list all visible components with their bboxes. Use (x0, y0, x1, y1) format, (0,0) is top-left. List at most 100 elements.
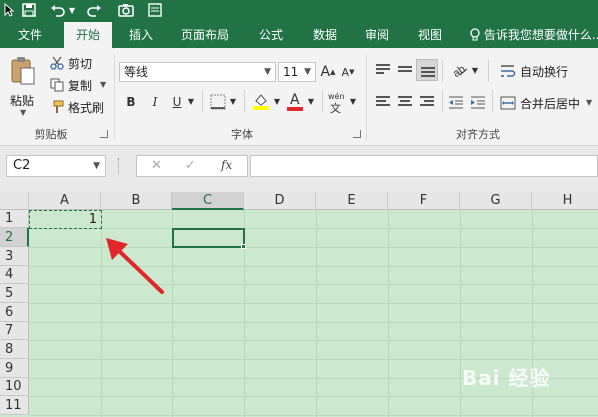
fill-color-button[interactable] (252, 92, 270, 114)
tab-home[interactable]: 开始 (64, 22, 112, 48)
row-header-3[interactable]: 3 (0, 247, 29, 266)
tab-file[interactable]: 文件 (0, 22, 60, 48)
row-header-1[interactable]: 1 (0, 210, 29, 228)
borders-dropdown-icon[interactable]: ▼ (228, 93, 238, 111)
gridline (29, 415, 598, 416)
chevron-down-icon: ▼ (264, 67, 271, 77)
enter-icon[interactable]: ✓ (185, 158, 196, 173)
redo-icon[interactable] (86, 1, 102, 19)
align-right-button[interactable] (418, 94, 436, 112)
row-header-7[interactable]: 7 (0, 322, 29, 340)
tab-data[interactable]: 数据 (302, 22, 348, 48)
wrap-text-button[interactable]: 自动换行 (500, 62, 590, 80)
underline-button[interactable]: U (168, 93, 186, 111)
tab-formulas[interactable]: 公式 (248, 22, 294, 48)
align-middle-button[interactable] (396, 62, 414, 80)
column-header-b[interactable]: B (101, 192, 172, 210)
copy-dropdown-icon: ▼ (100, 80, 107, 89)
column-header-g[interactable]: G (460, 192, 532, 210)
decrease-indent-button[interactable] (448, 94, 466, 112)
ribbon-separator (114, 54, 115, 140)
formula-input[interactable] (250, 155, 598, 177)
copy-marquee (29, 210, 102, 229)
align-top-button[interactable] (374, 62, 392, 80)
spreadsheet-grid[interactable]: A B C D E F G H 1 2 3 4 5 6 7 8 9 10 11 … (0, 192, 598, 417)
clipboard-launcher-icon[interactable] (100, 130, 108, 138)
tab-view[interactable]: 视图 (407, 22, 453, 48)
grow-font-icon: A (320, 64, 331, 80)
align-bottom-icon (421, 67, 435, 79)
format-painter-button[interactable]: 格式刷 (50, 98, 110, 116)
font-name-select[interactable]: 等线 ▼ (119, 62, 276, 82)
tell-me-box[interactable]: 告诉我您想要做什么... (470, 22, 598, 48)
phonetic-button[interactable]: wén 文 (328, 92, 348, 115)
name-box[interactable]: C2 ▼ (6, 155, 106, 177)
gridline (29, 359, 598, 360)
shrink-font-icon: A (341, 66, 350, 79)
borders-button[interactable] (210, 94, 226, 114)
tab-review[interactable]: 审阅 (354, 22, 400, 48)
gridline (460, 210, 461, 417)
column-header-h[interactable]: H (532, 192, 598, 210)
column-header-c[interactable]: C (172, 192, 244, 210)
form-icon[interactable] (148, 1, 162, 19)
font-size-select[interactable]: 11 ▼ (278, 62, 316, 82)
tab-insert[interactable]: 插入 (118, 22, 164, 48)
increase-indent-button[interactable] (470, 94, 488, 112)
underline-dropdown-icon[interactable]: ▼ (186, 93, 196, 111)
phonetic-dropdown-icon[interactable]: ▼ (348, 93, 358, 111)
divider (322, 90, 323, 112)
row-header-8[interactable]: 8 (0, 340, 29, 359)
save-icon[interactable] (22, 1, 36, 19)
undo-icon[interactable] (50, 1, 66, 19)
fill-handle[interactable] (241, 244, 246, 249)
cut-button[interactable]: 剪切 (50, 54, 110, 72)
cut-label: 剪切 (68, 57, 93, 71)
italic-button[interactable]: I (146, 93, 164, 111)
chevron-down-icon: ▼ (304, 67, 311, 77)
cancel-icon[interactable]: ✕ (151, 158, 162, 173)
resize-handle[interactable] (118, 158, 120, 174)
copy-button[interactable]: 复制 ▼ (50, 76, 110, 94)
column-header-d[interactable]: D (244, 192, 316, 210)
select-all-corner[interactable] (0, 192, 29, 210)
align-bottom-button[interactable] (416, 59, 438, 81)
column-header-f[interactable]: F (388, 192, 460, 210)
merge-center-icon (500, 95, 516, 114)
insert-function-icon[interactable]: fx (221, 158, 232, 172)
orientation-dropdown-icon[interactable]: ▼ (470, 62, 480, 80)
fill-color-dropdown-icon[interactable]: ▼ (272, 93, 282, 111)
align-left-button[interactable] (374, 94, 392, 112)
row-header-6[interactable]: 6 (0, 303, 29, 322)
column-header-e[interactable]: E (316, 192, 388, 210)
row-header-11[interactable]: 11 (0, 396, 29, 415)
bold-button[interactable]: B (122, 93, 140, 111)
paste-button[interactable]: 粘贴 ▼ (6, 54, 40, 118)
camera-icon[interactable] (118, 1, 136, 19)
divider (442, 60, 443, 82)
row-header-9[interactable]: 9 (0, 359, 29, 378)
align-center-button[interactable] (396, 94, 414, 112)
ribbon-separator (366, 54, 367, 140)
shrink-font-button[interactable]: A▼ (340, 63, 356, 81)
font-color-button[interactable]: A (286, 92, 304, 112)
merge-center-button[interactable]: 合并后居中 ▼ (500, 94, 596, 112)
tab-page-layout[interactable]: 页面布局 (172, 22, 238, 48)
copy-label: 复制 (68, 79, 93, 93)
grow-font-button[interactable]: A▲ (320, 63, 336, 81)
lightbulb-icon (470, 28, 484, 42)
undo-dropdown-icon[interactable]: ▼ (69, 1, 75, 19)
orientation-icon: ab (450, 63, 470, 83)
column-header-a[interactable]: A (29, 192, 101, 210)
font-color-dropdown-icon[interactable]: ▼ (306, 93, 316, 111)
font-launcher-icon[interactable] (353, 130, 361, 138)
gridline (29, 322, 598, 323)
row-header-2[interactable]: 2 (0, 228, 29, 247)
paste-dropdown-icon: ▼ (20, 108, 27, 117)
active-cell-c2[interactable] (172, 228, 245, 248)
row-header-10[interactable]: 10 (0, 378, 29, 396)
merge-center-label: 合并后居中 (520, 97, 581, 111)
row-header-5[interactable]: 5 (0, 284, 29, 303)
ribbon: 粘贴 ▼ 剪切 复制 ▼ 格式刷 剪贴板 等线 ▼ 11 ▼ A▲ A▼ B I (0, 48, 598, 146)
row-header-4[interactable]: 4 (0, 266, 29, 284)
